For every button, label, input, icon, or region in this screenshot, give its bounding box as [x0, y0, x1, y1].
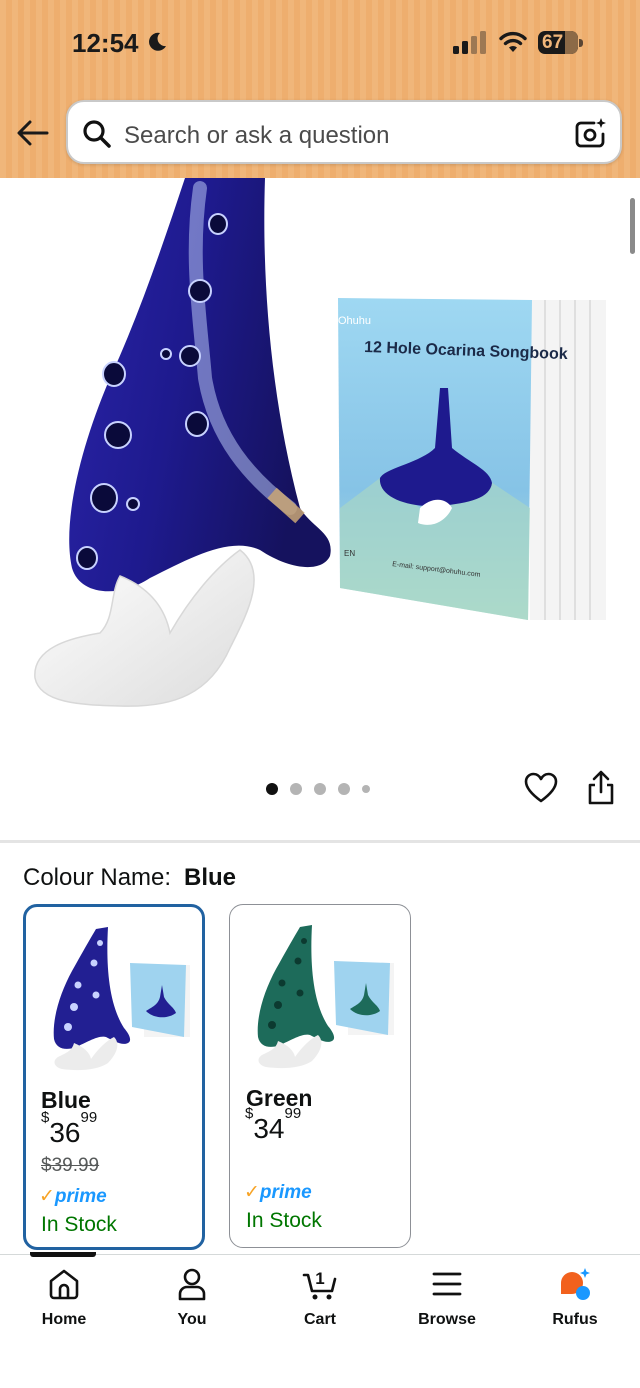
search-bar[interactable]: Search or ask a question [66, 100, 622, 164]
moon-icon [149, 32, 166, 51]
swatch-green[interactable]: Green $3499 ✓prime In Stock [229, 904, 411, 1248]
prime-badge: ✓prime [39, 1186, 107, 1207]
app-header: 12:54 67 Search or ask a question [0, 0, 640, 178]
cart-count-badge: 1 [315, 1269, 324, 1288]
nav-browse[interactable]: Browse [397, 1267, 497, 1329]
camera-search-icon[interactable] [572, 116, 608, 152]
search-input[interactable]: Search or ask a question [124, 122, 390, 150]
book-lang: EN [344, 549, 355, 558]
carousel-dot[interactable] [314, 783, 326, 795]
nav-you[interactable]: You [142, 1267, 242, 1329]
nav-label: Rufus [552, 1311, 598, 1328]
carousel-dot[interactable] [338, 783, 350, 795]
menu-icon [432, 1272, 462, 1296]
home-icon [49, 1269, 79, 1300]
status-time: 12:54 [72, 28, 139, 58]
stock-status: In Stock [41, 1213, 117, 1236]
nav-rufus[interactable]: Rufus [525, 1267, 625, 1329]
swatch-list-price: $39.99 [41, 1155, 100, 1176]
swatch-name: Green [246, 1085, 313, 1111]
nav-cart[interactable]: 1 Cart [270, 1267, 370, 1329]
nav-label: Browse [418, 1311, 476, 1328]
back-arrow-icon[interactable] [16, 118, 50, 148]
nav-home[interactable]: Home [14, 1267, 114, 1329]
carousel-dot[interactable] [266, 783, 278, 795]
swatch-image [53, 927, 190, 1071]
swatch-blue[interactable]: Blue $3699 $39.99 ✓prime In Stock [23, 904, 205, 1250]
carousel-dot[interactable] [362, 785, 370, 793]
carousel-dots[interactable] [266, 782, 370, 796]
stock-status: In Stock [246, 1209, 322, 1232]
scrollbar[interactable] [630, 198, 635, 254]
variation-label: Colour Name: [23, 864, 172, 891]
prime-badge: ✓prime [244, 1182, 312, 1203]
rufus-icon [561, 1268, 590, 1300]
swatch-image [257, 925, 394, 1069]
share-icon[interactable] [586, 770, 616, 806]
bottom-nav: Home You 1 Cart Browse Rufus [0, 1254, 640, 1388]
swatch-price: $3699 [41, 1108, 98, 1148]
carousel-dot[interactable] [290, 783, 302, 795]
battery-level: 67 [542, 32, 564, 53]
variation-selected-value: Blue [184, 864, 237, 891]
cart-icon: 1 [302, 1269, 337, 1300]
product-image[interactable]: Ohuhu 12 Hole Ocarina Songbook EN E-mail… [0, 178, 640, 740]
search-icon [83, 120, 111, 148]
nav-active-indicator [30, 1252, 96, 1257]
battery-indicator: 67 [538, 31, 584, 54]
section-divider [0, 840, 640, 843]
nav-label: You [177, 1311, 207, 1328]
nav-label: Cart [303, 1311, 336, 1328]
signal-icon [453, 31, 486, 54]
ocarina-photo: Ohuhu 12 Hole Ocarina Songbook EN E-mail… [34, 178, 606, 707]
heart-icon[interactable] [524, 772, 558, 804]
wifi-icon [499, 31, 527, 52]
book-brand: Ohuhu [338, 315, 371, 327]
user-icon [178, 1268, 206, 1301]
nav-label: Home [41, 1311, 87, 1328]
swatch-price: $3499 [245, 1104, 302, 1144]
